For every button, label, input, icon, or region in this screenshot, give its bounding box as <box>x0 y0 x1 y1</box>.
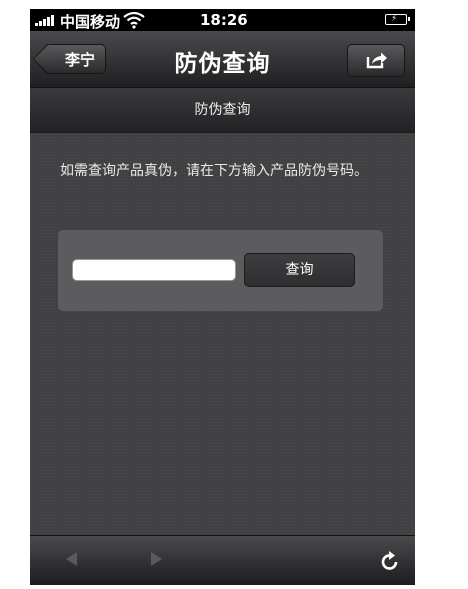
wifi-icon <box>123 11 145 29</box>
carrier-name: 中国移动 <box>60 13 121 31</box>
instructions-text: 如需查询产品真伪，请在下方输入产品防伪号码。 <box>60 163 368 179</box>
query-panel: 查询 <box>58 230 383 311</box>
forward-arrow-icon[interactable] <box>149 550 165 568</box>
section-header: 防伪查询 <box>30 88 415 133</box>
anti-counterfeit-code-input[interactable] <box>72 259 236 281</box>
query-button[interactable]: 查询 <box>244 253 355 287</box>
back-arrow-icon[interactable] <box>63 550 79 568</box>
share-button[interactable] <box>347 44 405 77</box>
phone-screen: 中国移动 18:26 ⚡ 李宁 防伪查询 防伪查询 如需查询产品真伪，请在下方输… <box>30 9 415 585</box>
status-time: 18:26 <box>200 11 248 29</box>
signal-icon <box>35 15 54 26</box>
share-icon <box>366 52 387 69</box>
battery-charging-icon: ⚡ <box>385 14 410 25</box>
status-bar: 中国移动 18:26 ⚡ <box>30 9 415 31</box>
bottom-toolbar <box>30 535 415 585</box>
refresh-icon[interactable] <box>380 549 400 571</box>
navigation-bar: 李宁 防伪查询 <box>30 31 415 88</box>
main-content: 如需查询产品真伪，请在下方输入产品防伪号码。 查询 <box>30 133 415 535</box>
